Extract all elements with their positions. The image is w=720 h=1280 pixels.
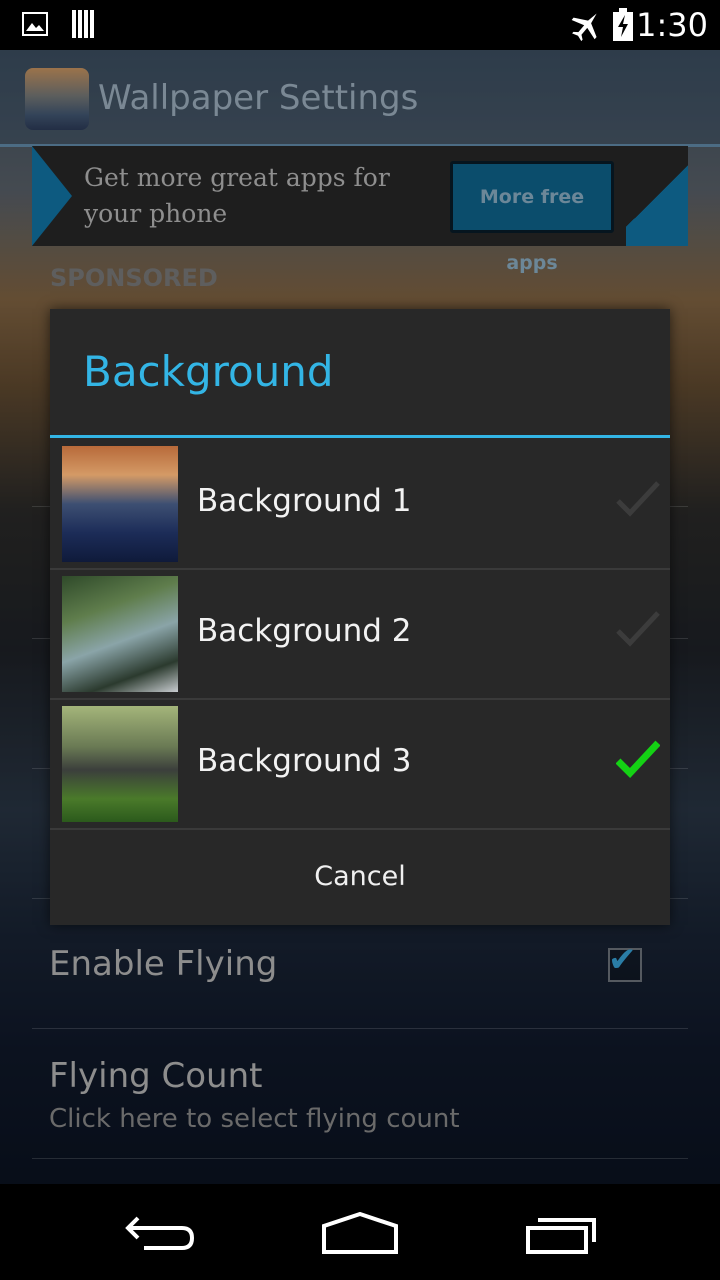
checkmark-selected-icon[interactable] [615, 739, 661, 779]
enable-flying-checkbox[interactable]: ✔ [608, 940, 642, 982]
background-1-thumbnail [62, 446, 178, 562]
option-label: Background 3 [197, 743, 412, 779]
ad-banner[interactable]: Get more great apps for your phone More … [32, 146, 688, 274]
more-free-apps-button[interactable]: More free apps [450, 161, 614, 274]
ad-text: Get more great apps for your phone [84, 163, 390, 228]
option-label: Background 2 [197, 613, 412, 649]
battery-charging-icon [612, 8, 634, 46]
app-title: Wallpaper Settings [98, 78, 419, 118]
setting-summary: Click here to select flying count [49, 1104, 460, 1134]
app-icon [25, 68, 89, 130]
checkmark-icon[interactable] [616, 609, 660, 649]
sponsored-label: SPONSORED [50, 264, 218, 292]
background-2-thumbnail [62, 576, 178, 692]
setting-title: Enable Flying [49, 944, 278, 984]
home-icon[interactable] [322, 1211, 398, 1258]
navigation-bar [0, 1184, 720, 1280]
checkmark-icon[interactable] [616, 479, 660, 519]
option-background-3[interactable]: Background 3 [50, 699, 670, 830]
checkmark-icon: ✔ [608, 940, 637, 980]
background-dialog: Background Background 1 Background 2 Bac… [50, 309, 670, 925]
setting-title: Flying Count [49, 1056, 263, 1096]
image-icon [22, 12, 48, 40]
setting-flying-count[interactable]: Flying Count Click here to select flying… [32, 1030, 688, 1159]
action-bar: Wallpaper Settings [0, 50, 720, 147]
dialog-title: Background [83, 347, 334, 396]
cancel-button[interactable]: Cancel [50, 829, 670, 925]
status-time: 1:30 [636, 6, 708, 44]
ad-arrow-left-decoration [32, 146, 72, 246]
option-label: Background 1 [197, 483, 412, 519]
back-icon[interactable] [124, 1214, 196, 1258]
option-background-2[interactable]: Background 2 [50, 569, 670, 700]
recent-apps-icon[interactable] [526, 1214, 598, 1258]
ad-arrow-right-decoration [626, 146, 688, 246]
option-background-1[interactable]: Background 1 [50, 439, 670, 570]
dialog-title-divider [50, 435, 670, 438]
status-bar: 1:30 [0, 0, 720, 50]
barcode-icon [72, 10, 96, 44]
background-3-thumbnail [62, 706, 178, 822]
airplane-icon [570, 8, 604, 46]
